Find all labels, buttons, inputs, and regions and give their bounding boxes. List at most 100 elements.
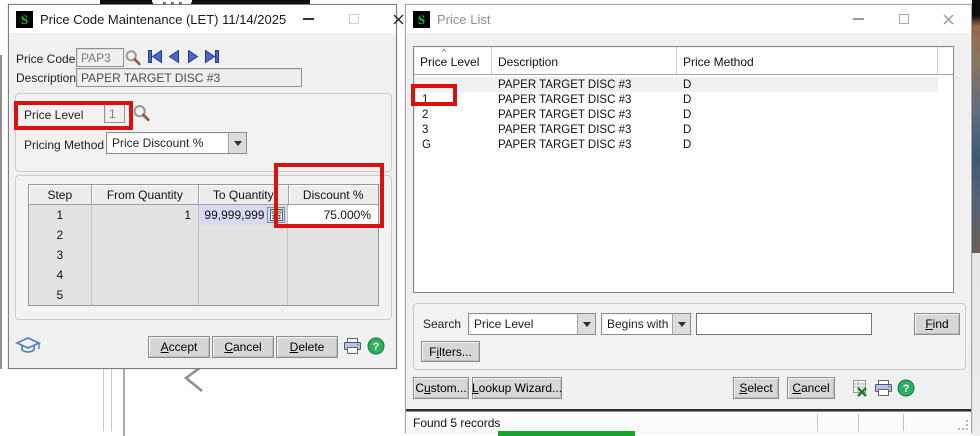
price-level-label: Price Level <box>24 108 83 122</box>
accept-button[interactable]: Accept <box>148 336 210 358</box>
left-edge-window-border <box>0 55 2 369</box>
print-button[interactable] <box>342 336 362 356</box>
to-quantity-cell[interactable] <box>199 285 288 305</box>
minimize-button[interactable] <box>836 5 881 33</box>
price-level-cell: 2 <box>414 109 492 121</box>
filters-button[interactable]: Filters... <box>421 341 480 362</box>
help-button[interactable]: ? <box>366 336 386 356</box>
help-button[interactable]: ? <box>896 378 916 398</box>
column-header-discount[interactable]: Discount % <box>289 185 378 205</box>
magnifying-glass-icon <box>132 104 151 123</box>
svg-text:?: ? <box>903 383 910 395</box>
column-header-step[interactable]: Step <box>29 185 92 205</box>
printer-icon <box>343 338 362 355</box>
help-icon: ? <box>897 379 915 397</box>
minimize-icon <box>853 18 864 20</box>
excel-export-icon <box>850 380 868 397</box>
discount-cell[interactable] <box>288 265 378 285</box>
discount-cell[interactable] <box>288 285 378 305</box>
grid-row: 2 <box>29 225 378 245</box>
list-header-label: Price Method <box>683 55 754 69</box>
price-code-lookup-button[interactable] <box>123 48 142 67</box>
column-header-from-quantity[interactable]: From Quantity <box>92 185 199 205</box>
price-list-window: S Price List ^ Price Level Description P… <box>405 4 972 433</box>
price-level-cell: 1 <box>414 94 492 106</box>
close-icon <box>393 14 404 25</box>
price-method-cell: D <box>677 79 938 91</box>
list-header-price-method[interactable]: Price Method <box>677 47 938 74</box>
discount-cell[interactable] <box>288 225 378 245</box>
description-field[interactable]: PAPER TARGET DISC #3 <box>76 68 302 87</box>
titlebar[interactable]: S Price Code Maintenance (LET) 11/14/202… <box>9 5 396 33</box>
from-quantity-cell[interactable]: 1 <box>92 205 199 225</box>
print-button[interactable] <box>873 378 893 398</box>
nav-last-icon <box>204 50 220 63</box>
close-button[interactable] <box>926 5 971 33</box>
close-button[interactable] <box>376 5 421 33</box>
tutorial-button[interactable] <box>14 334 42 358</box>
printer-icon <box>874 380 893 397</box>
chevron-down-icon <box>672 314 690 334</box>
export-to-excel-button[interactable] <box>849 378 869 398</box>
find-button[interactable]: Find <box>914 313 960 335</box>
list-header-price-level[interactable]: ^ Price Level <box>414 47 492 74</box>
delete-button[interactable]: Delete <box>276 336 338 358</box>
maximize-icon <box>349 14 359 24</box>
background-vertical-line <box>111 369 112 431</box>
to-quantity-cell[interactable] <box>199 225 288 245</box>
from-quantity-cell[interactable] <box>92 285 199 305</box>
price-level-field[interactable]: 1 <box>104 104 125 123</box>
nav-next-icon <box>185 50 201 63</box>
nav-next-button[interactable] <box>185 50 201 63</box>
discount-cell[interactable] <box>288 245 378 265</box>
minimize-button[interactable] <box>286 5 331 33</box>
cancel-button[interactable]: Cancel <box>787 377 835 399</box>
discount-cell[interactable]: 75.000% <box>288 205 378 225</box>
nav-first-button[interactable] <box>147 50 163 63</box>
lookup-wizard-button[interactable]: Lookup Wizard... <box>472 377 562 399</box>
price-level-lookup-button[interactable] <box>131 103 151 123</box>
titlebar[interactable]: S Price List <box>406 5 971 33</box>
nav-last-button[interactable] <box>204 50 220 63</box>
price-code-field[interactable]: PAP3 <box>76 48 124 67</box>
background-vertical-line <box>103 369 104 431</box>
pricing-method-dropdown[interactable]: Price Discount % <box>106 132 247 154</box>
from-quantity-cell[interactable] <box>92 265 199 285</box>
search-field-dropdown[interactable]: Price Level <box>468 313 596 335</box>
description-cell: PAPER TARGET DISC #3 <box>492 109 677 121</box>
search-input[interactable] <box>696 313 872 335</box>
calculator-button[interactable] <box>267 207 285 223</box>
status-panel-divider <box>817 414 818 431</box>
price-list-row[interactable]: 1 PAPER TARGET DISC #3 D <box>414 92 938 107</box>
price-level-cell: 3 <box>414 124 492 136</box>
price-method-cell: D <box>677 124 938 136</box>
close-icon <box>943 14 954 25</box>
grid-row: 3 <box>29 245 378 265</box>
custom-button[interactable]: Custom... <box>413 377 469 399</box>
search-operator-dropdown[interactable]: Begins with <box>601 313 691 335</box>
list-header-spacer <box>938 47 954 74</box>
grid-row: 5 <box>29 285 378 305</box>
price-list-row[interactable]: 2 PAPER TARGET DISC #3 D <box>414 107 938 122</box>
price-list-row[interactable]: PAPER TARGET DISC #3 D <box>414 77 938 92</box>
select-button[interactable]: Select <box>733 377 779 399</box>
from-quantity-cell[interactable] <box>92 245 199 265</box>
to-quantity-cell[interactable]: 99,999,999 <box>199 205 288 225</box>
cancel-button[interactable]: Cancel <box>212 336 274 358</box>
maximize-button[interactable] <box>881 5 926 33</box>
list-header-description[interactable]: Description <box>492 47 677 74</box>
to-quantity-cell[interactable] <box>199 245 288 265</box>
maximize-button[interactable] <box>331 5 376 33</box>
grid-header-row: Step From Quantity To Quantity Discount … <box>29 185 378 205</box>
price-list-row[interactable]: 3 PAPER TARGET DISC #3 D <box>414 122 938 137</box>
price-list-row[interactable]: G PAPER TARGET DISC #3 D <box>414 137 938 152</box>
description-cell: PAPER TARGET DISC #3 <box>492 124 677 136</box>
nav-previous-icon <box>166 50 182 63</box>
resize-grip[interactable] <box>958 420 969 431</box>
to-quantity-cell[interactable] <box>199 265 288 285</box>
price-method-cell: D <box>677 94 938 106</box>
from-quantity-cell[interactable] <box>92 225 199 245</box>
step-cell: 1 <box>29 205 92 225</box>
column-header-to-quantity[interactable]: To Quantity <box>199 185 288 205</box>
nav-previous-button[interactable] <box>166 50 182 63</box>
